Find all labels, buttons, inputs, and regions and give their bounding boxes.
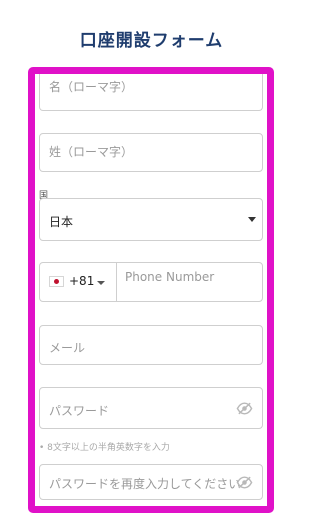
- japan-flag-icon: [49, 276, 64, 287]
- password-input[interactable]: パスワード: [39, 387, 263, 429]
- phone-number-input[interactable]: Phone Number: [125, 270, 214, 284]
- eye-off-icon[interactable]: [236, 402, 253, 415]
- country-value: 日本: [49, 215, 74, 229]
- confirm-password-placeholder: パスワードを再度入力してください: [49, 477, 241, 491]
- chevron-down-icon: [97, 281, 105, 285]
- phone-country-code: +81: [69, 274, 95, 288]
- email-input[interactable]: メール: [39, 325, 263, 365]
- form-title: 口座開設フォーム: [79, 31, 224, 51]
- eye-off-icon[interactable]: [236, 476, 253, 489]
- first-name-placeholder: 名（ローマ字）: [49, 80, 134, 94]
- country-code-select[interactable]: +81: [40, 263, 117, 301]
- account-form: 名（ローマ字） 姓（ローマ字） 国 日本 +81 Phone Number メー…: [28, 67, 274, 513]
- last-name-placeholder: 姓（ローマ字）: [49, 145, 134, 159]
- phone-field: +81 Phone Number: [39, 262, 263, 302]
- confirm-password-input[interactable]: パスワードを再度入力してください: [39, 464, 263, 500]
- password-placeholder: パスワード: [49, 404, 110, 418]
- chevron-down-icon: [248, 217, 256, 222]
- email-placeholder: メール: [49, 341, 86, 355]
- last-name-input[interactable]: 姓（ローマ字）: [39, 133, 263, 172]
- password-hint: • 8文字以上の半角英数字を入力: [39, 443, 170, 453]
- first-name-input[interactable]: 名（ローマ字）: [39, 74, 263, 111]
- country-select[interactable]: 日本: [39, 198, 263, 241]
